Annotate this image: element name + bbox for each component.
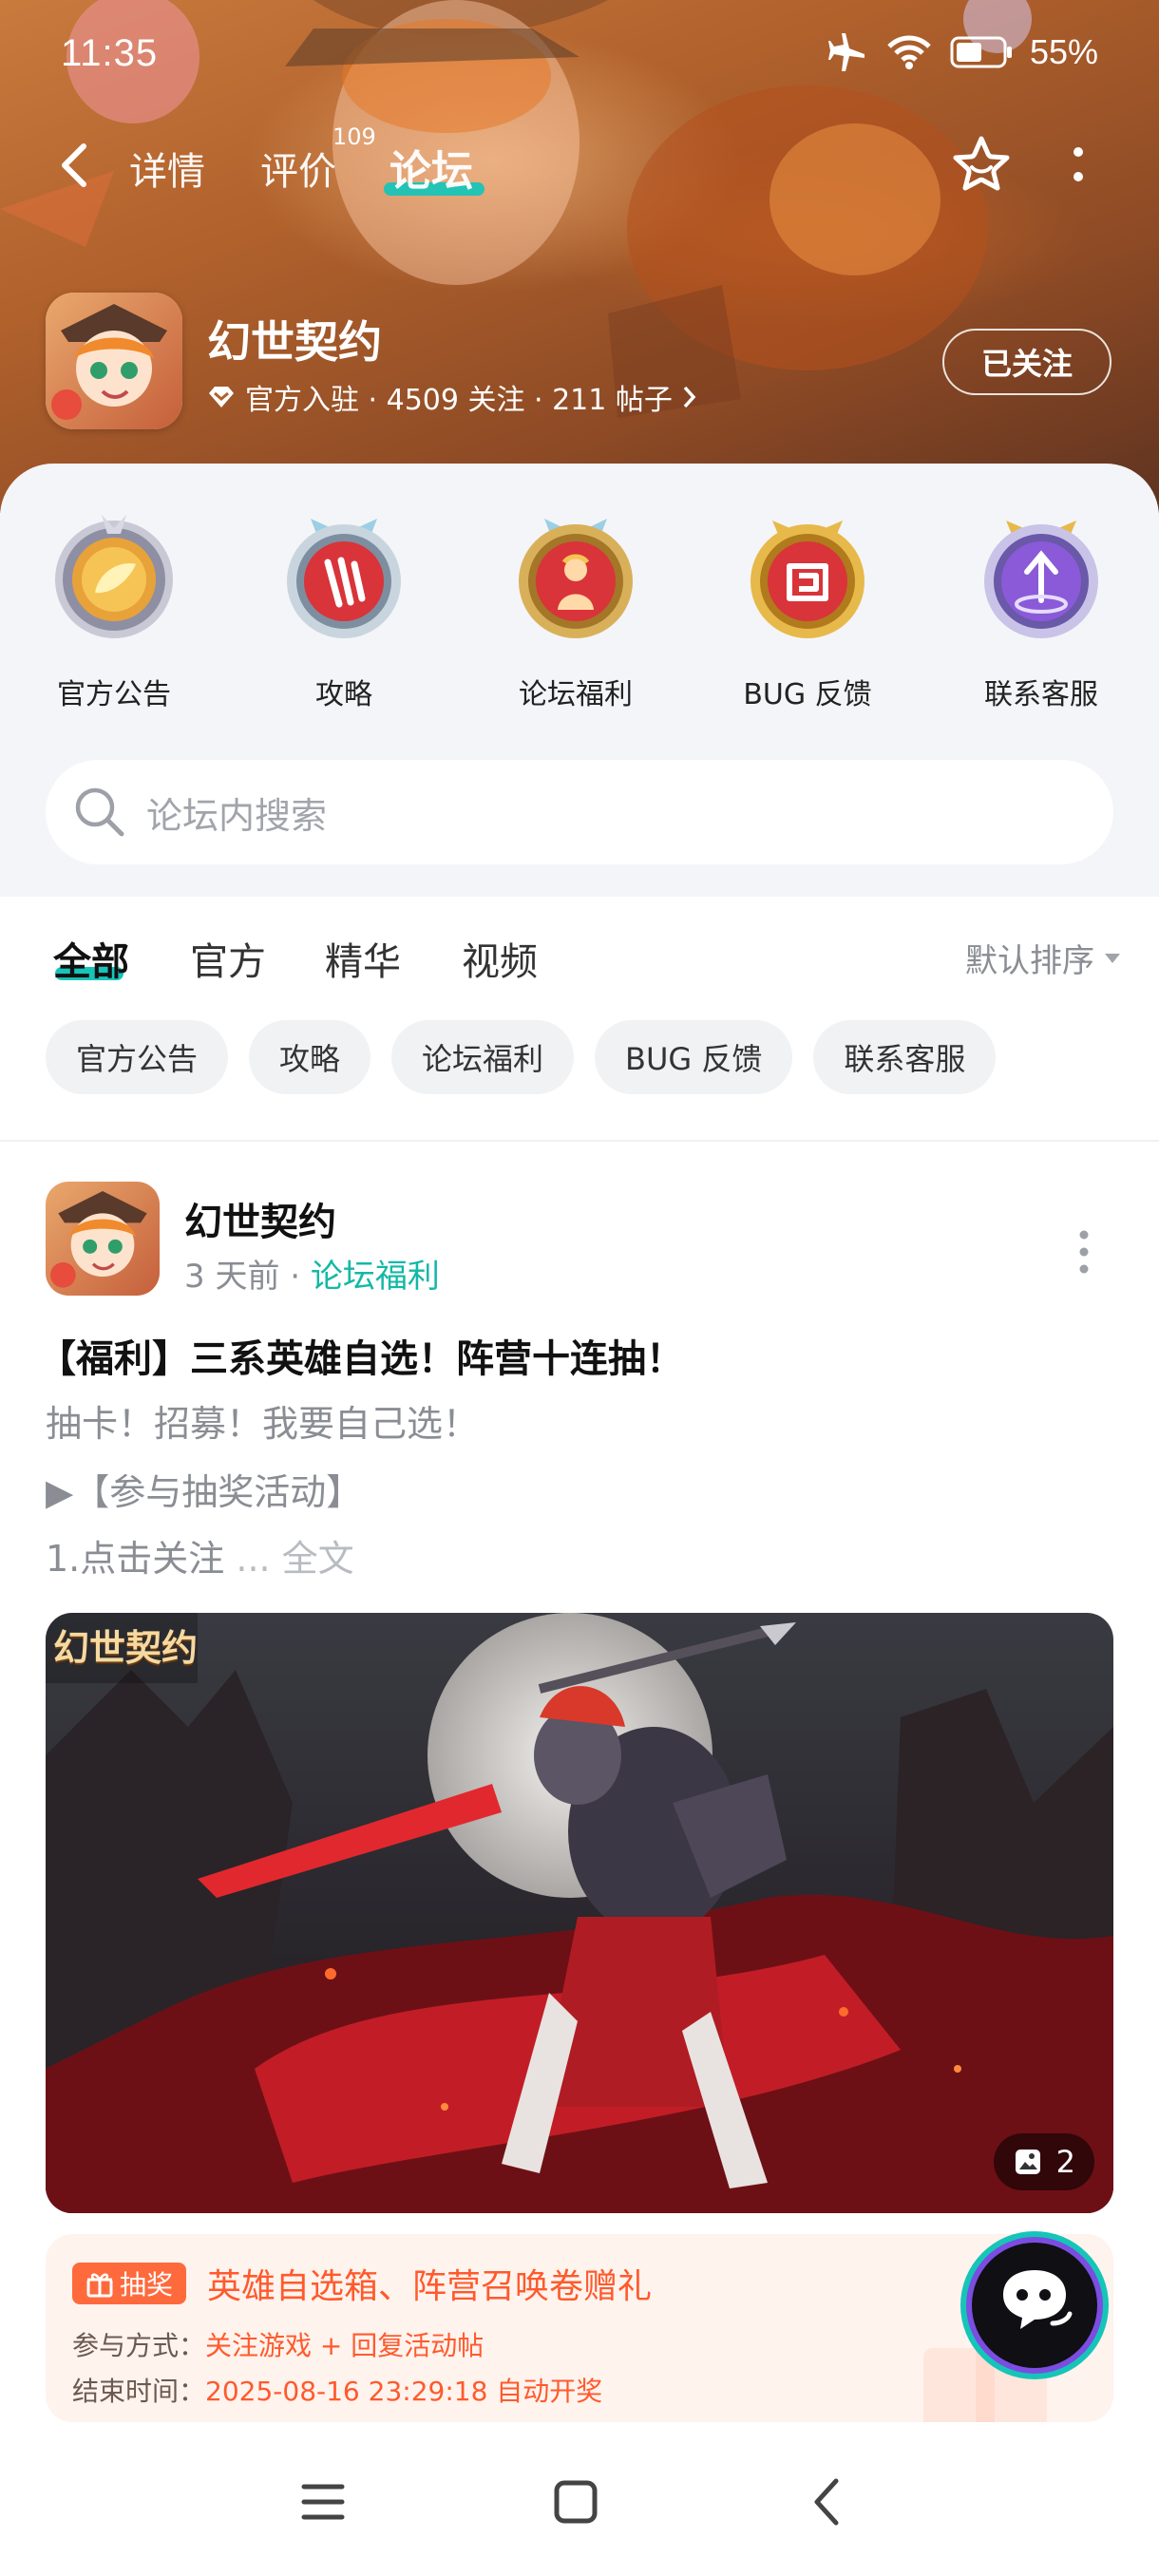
category-customer-service[interactable]: 联系客服	[946, 505, 1136, 712]
chevron-right-icon	[683, 386, 696, 408]
lottery-event-card[interactable]: 抽奖 英雄自选箱、阵营召唤卷赠礼 参与方式：关注游戏 + 回复活动帖 结束时间：…	[46, 2234, 1113, 2422]
chip-strategy[interactable]: 攻略	[249, 1020, 371, 1094]
category-official-announcement[interactable]: 官方公告	[19, 505, 209, 712]
customer-service-badge-icon	[984, 521, 1098, 638]
board-filter-chips: 官方公告 攻略 论坛福利 BUG 反馈 联系客服	[46, 1020, 997, 1094]
game-title: 幻世契约	[207, 316, 382, 368]
category-label: 官方公告	[57, 678, 171, 711]
game-stats-text: 官方入驻 · 4509 关注 · 211 帖子	[245, 384, 673, 417]
chip-bug-feedback[interactable]: BUG 反馈	[595, 1020, 793, 1094]
review-count-badge: 109	[332, 123, 376, 150]
post-image[interactable]: 幻世契约 2	[46, 1613, 1113, 2213]
tab-forum[interactable]: 论坛	[390, 137, 473, 198]
chip-forum-welfare[interactable]: 论坛福利	[391, 1020, 575, 1094]
search-icon	[75, 787, 124, 837]
image-count-badge: 2	[993, 2133, 1094, 2190]
battery-percent: 55%	[1029, 32, 1098, 71]
wifi-icon	[887, 35, 931, 69]
tab-reviews[interactable]: 评价	[260, 141, 336, 196]
post-excerpt-line: 抽卡！招募！我要自己选！	[46, 1403, 480, 1445]
gallery-icon	[1015, 2150, 1040, 2174]
system-navigation-bar	[0, 2434, 1159, 2576]
favorite-star-icon[interactable]	[950, 133, 1013, 196]
category-forum-welfare[interactable]: 论坛福利	[481, 505, 671, 712]
post-excerpt-line: ▶【参与抽奖活动】	[46, 1471, 363, 1513]
back-icon[interactable]	[800, 2473, 857, 2530]
post-excerpt-line: 1.点击关注 ... 全文	[46, 1529, 354, 1582]
lottery-end-time: 结束时间：2025-08-16 23:29:18 自动开奖	[72, 2371, 602, 2409]
lottery-end-value: 2025-08-16 23:29:18 自动开奖	[205, 2376, 603, 2407]
status-time: 11:35	[61, 32, 159, 74]
post-time: 3 天前	[184, 1258, 280, 1296]
caret-down-icon	[1105, 953, 1120, 963]
feed-filter-tabs: 全部 官方 精华 视频 默认排序	[0, 897, 1159, 1007]
image-count: 2	[1055, 2144, 1075, 2180]
hero-illustration	[46, 1613, 1113, 2213]
top-navigation: 详情 评价 109 论坛	[0, 123, 1159, 209]
feed-tab-featured[interactable]: 精华	[325, 931, 401, 986]
home-icon[interactable]	[547, 2473, 604, 2530]
battery-icon	[950, 36, 1012, 68]
verified-diamond-icon	[209, 387, 234, 407]
chip-official-announcement[interactable]: 官方公告	[46, 1020, 229, 1094]
category-label: 联系客服	[984, 678, 1098, 711]
post-title[interactable]: 【福利】三系英雄自选！阵营十连抽！	[38, 1328, 684, 1383]
announcement-badge-icon	[55, 515, 173, 638]
strategy-badge-icon	[287, 519, 401, 638]
lottery-prize-title: 英雄自选箱、阵营召唤卷赠礼	[207, 2267, 653, 2306]
welfare-badge-icon	[519, 519, 633, 638]
feed-tab-official[interactable]: 官方	[190, 931, 266, 986]
game-header-banner: 11:35 55% 详情 评价 109 论坛 幻世契约 官方入驻 · 4509 …	[0, 0, 1159, 513]
lottery-tag: 抽奖	[72, 2263, 187, 2304]
post-board-link[interactable]: 论坛福利	[311, 1258, 440, 1296]
post-meta: 3 天前 · 论坛福利	[184, 1250, 440, 1297]
forum-category-panel: 官方公告 攻略 论坛福利 BUG 反馈 联系客服 论坛内搜索	[0, 464, 1159, 897]
game-stats[interactable]: 官方入驻 · 4509 关注 · 211 帖子	[207, 376, 697, 418]
author-avatar[interactable]	[46, 1182, 160, 1296]
lottery-tag-label: 抽奖	[120, 2269, 174, 2301]
gift-icon	[86, 2273, 113, 2298]
search-placeholder: 论坛内搜索	[146, 794, 328, 837]
category-label: 论坛福利	[519, 678, 633, 711]
airplane-mode-icon	[827, 33, 864, 71]
lottery-participation: 参与方式：关注游戏 + 回复活动帖	[72, 2325, 484, 2363]
tab-details[interactable]: 详情	[129, 141, 205, 196]
read-full-text-link[interactable]: ... 全文	[236, 1538, 353, 1580]
feed-tab-video[interactable]: 视频	[462, 931, 538, 986]
category-label: 攻略	[315, 678, 372, 711]
forum-search-input[interactable]: 论坛内搜索	[46, 760, 1113, 864]
feed-tab-all[interactable]: 全部	[53, 931, 129, 986]
lottery-method-label: 参与方式：	[72, 2330, 206, 2361]
sort-dropdown[interactable]: 默认排序	[965, 935, 1121, 981]
category-label: BUG 反馈	[743, 678, 872, 711]
menu-icon[interactable]	[294, 2473, 352, 2530]
more-options-icon[interactable]	[1064, 139, 1092, 192]
category-strategy[interactable]: 攻略	[249, 505, 439, 712]
status-bar: 11:35 55%	[0, 0, 1159, 104]
followed-button[interactable]: 已关注	[942, 329, 1112, 395]
game-icon	[46, 293, 182, 429]
back-arrow-icon[interactable]	[53, 139, 99, 192]
category-bug-feedback[interactable]: BUG 反馈	[712, 505, 902, 712]
bug-feedback-badge-icon	[750, 521, 864, 638]
author-name[interactable]: 幻世契约	[184, 1191, 336, 1246]
chip-customer-service[interactable]: 联系客服	[813, 1020, 997, 1094]
lottery-end-label: 结束时间：	[72, 2376, 206, 2407]
post-excerpt-text: 1.点击关注	[46, 1538, 225, 1580]
meta-separator: ·	[290, 1258, 311, 1296]
floating-chat-button[interactable]	[958, 2228, 1112, 2382]
image-game-logo: 幻世契约	[53, 1626, 199, 1669]
lottery-method-value: 关注游戏 + 回复活动帖	[205, 2330, 484, 2361]
post-more-options-icon[interactable]	[1070, 1225, 1098, 1279]
sort-label: 默认排序	[965, 942, 1094, 980]
